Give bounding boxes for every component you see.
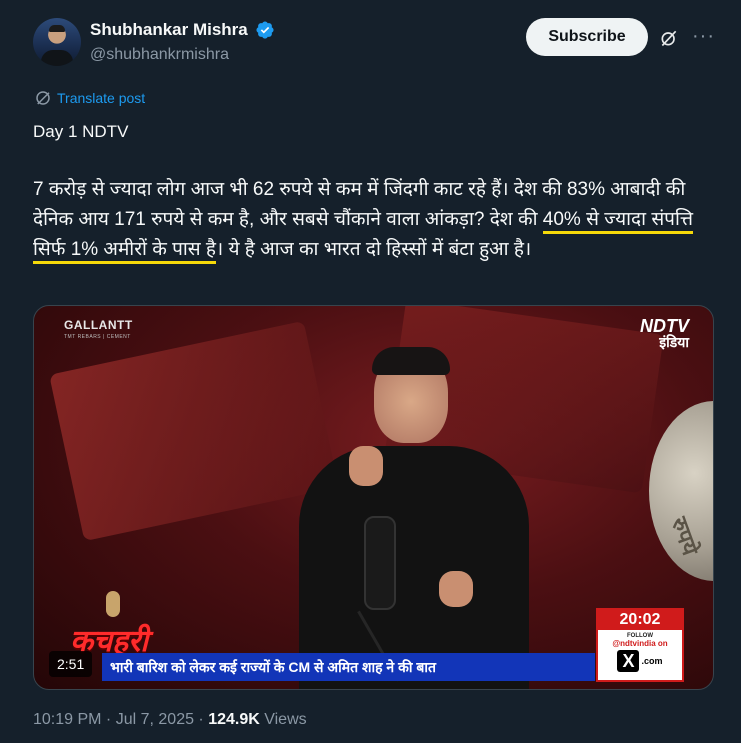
meta-separator-2: · (193, 711, 209, 728)
sponsor-tagline: TMT REBARS | CEMENT (64, 334, 131, 340)
more-options-icon[interactable]: ··· (692, 26, 715, 46)
meta-separator: · (101, 711, 116, 728)
tweet-container: Shubhankar Mishra @shubhankrmishra Subsc… (0, 0, 741, 743)
views-count[interactable]: 124.9K (208, 711, 260, 728)
x-logo-row: X .com (598, 650, 682, 672)
clock-time: 20:02 (598, 610, 682, 630)
post-title: Day 1 NDTV (33, 122, 129, 141)
show-logo-mic-icon (106, 591, 120, 617)
sponsor-logo: GALLANTT TMT REBARS | CEMENT (64, 318, 133, 340)
post-text-after: । ये है आज का भारत दो हिस्सों में बंटा ह… (216, 239, 532, 260)
verified-badge-icon[interactable] (255, 20, 275, 40)
presenter (299, 347, 529, 689)
author-handle[interactable]: @shubhankrmishra (90, 46, 275, 64)
video-player[interactable]: रुपये GALLANTT TMT REBARS | CEMENT NDTV … (33, 305, 714, 690)
currency-note-background (49, 320, 339, 542)
post-date[interactable]: Jul 7, 2025 (116, 711, 194, 728)
channel-name: NDTV (640, 316, 689, 336)
microphone-icon (364, 516, 396, 610)
author-display-name[interactable]: Shubhankar Mishra (90, 20, 248, 40)
channel-sub: इंडिया (659, 334, 689, 350)
post-body: 7 करोड़ से ज्यादा लोग आज भी 62 रुपये से … (33, 175, 713, 265)
video-duration: 2:51 (49, 651, 93, 677)
avatar[interactable] (33, 18, 81, 66)
subscribe-button[interactable]: Subscribe (526, 18, 648, 56)
tweet-header: Shubhankar Mishra @shubhankrmishra Subsc… (33, 16, 723, 68)
author-names: Shubhankar Mishra @shubhankrmishra (90, 20, 275, 64)
presenter-hand (349, 446, 383, 486)
channel-clock-box: 20:02 FOLLOW @ndtvindia on X .com (596, 608, 684, 682)
x-logo-icon: X (617, 650, 640, 672)
follow-handle: @ndtvindia on (612, 639, 668, 648)
post-time[interactable]: 10:19 PM (33, 711, 101, 728)
views-label: Views (259, 711, 307, 728)
post-meta: 10:19 PM · Jul 7, 2025 · 124.9K Views (33, 711, 307, 729)
avatar-suit (41, 50, 73, 66)
presenter-hair (372, 347, 450, 375)
ticker-text: भारी बारिश को लेकर कई राज्यों के CM से अ… (110, 658, 436, 675)
translate-post[interactable]: Translate post (34, 89, 145, 107)
translate-icon (36, 91, 50, 105)
sponsor-name: GALLANTT (64, 318, 133, 332)
channel-logo: NDTV इंडिया (640, 316, 689, 350)
grok-icon[interactable] (659, 28, 679, 48)
avatar-hair (49, 25, 65, 32)
translate-post-link[interactable]: Translate post (57, 90, 145, 106)
x-domain: .com (641, 656, 663, 666)
news-ticker: भारी बारिश को लेकर कई राज्यों के CM से अ… (102, 653, 595, 681)
presenter-hand-2 (439, 571, 473, 607)
